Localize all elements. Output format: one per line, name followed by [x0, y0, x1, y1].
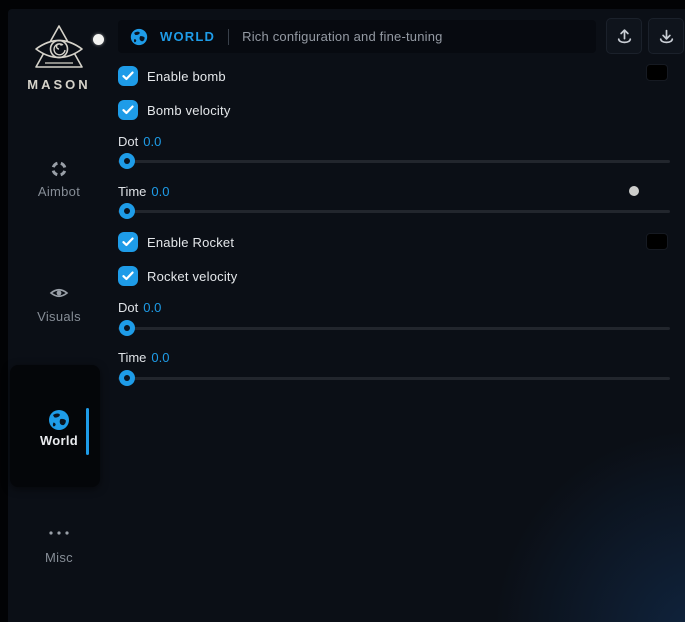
- mason-eye-logo-icon: [31, 23, 87, 73]
- download-config-button[interactable]: [648, 18, 684, 54]
- sidebar-item-label: Misc: [8, 550, 110, 565]
- sidebar-item-label: Visuals: [8, 309, 110, 324]
- checkbox-label: Enable Rocket: [147, 235, 234, 250]
- eye-icon: [8, 285, 110, 303]
- checkbox-label: Bomb velocity: [147, 103, 231, 118]
- bomb-dot-label: Dot0.0: [118, 134, 161, 149]
- rocket-time-label: Time0.0: [118, 350, 169, 365]
- slider-value: 0.0: [151, 350, 169, 365]
- bomb-dot-slider[interactable]: [118, 153, 670, 169]
- slider-track: [118, 327, 670, 330]
- check-icon: [122, 271, 134, 281]
- header-divider: [228, 29, 229, 45]
- slider-track: [118, 210, 670, 213]
- brand-logo: MASON: [8, 23, 110, 92]
- slider-thumb[interactable]: [119, 370, 135, 386]
- enable-bomb-row: Enable bomb: [118, 66, 226, 86]
- slider-value: 0.0: [143, 134, 161, 149]
- checkbox-label: Rocket velocity: [147, 269, 237, 284]
- upload-icon: [616, 28, 633, 45]
- enable-rocket-row: Enable Rocket: [118, 232, 234, 252]
- bomb-velocity-checkbox[interactable]: [118, 100, 138, 120]
- sidebar-item-world[interactable]: World: [8, 409, 110, 448]
- download-icon: [658, 28, 675, 45]
- bomb-time-label: Time0.0: [118, 184, 169, 199]
- sidebar-item-visuals[interactable]: Visuals: [8, 285, 110, 324]
- bomb-color-swatch[interactable]: [646, 64, 668, 81]
- rocket-time-slider[interactable]: [118, 370, 670, 386]
- slider-track: [118, 377, 670, 380]
- page-header: WORLD Rich configuration and fine-tuning: [118, 20, 596, 53]
- rocket-dot-label: Dot0.0: [118, 300, 161, 315]
- bomb-time-slider[interactable]: [118, 203, 670, 219]
- check-icon: [122, 237, 134, 247]
- checkbox-label: Enable bomb: [147, 69, 226, 84]
- brand-name: MASON: [8, 77, 110, 92]
- globe-icon: [8, 409, 110, 427]
- crosshair-icon: [8, 160, 110, 178]
- slider-track: [118, 160, 670, 163]
- enable-rocket-checkbox[interactable]: [118, 232, 138, 252]
- bomb-velocity-row: Bomb velocity: [118, 100, 231, 120]
- rocket-dot-slider[interactable]: [118, 320, 670, 336]
- sidebar-item-aimbot[interactable]: Aimbot: [8, 160, 110, 199]
- slider-thumb[interactable]: [119, 203, 135, 219]
- page-title: WORLD: [160, 29, 215, 44]
- ellipsis-icon: [8, 530, 110, 542]
- globe-icon: [130, 28, 148, 46]
- enable-bomb-checkbox[interactable]: [118, 66, 138, 86]
- page-subtitle: Rich configuration and fine-tuning: [242, 29, 442, 44]
- rocket-color-swatch[interactable]: [646, 233, 668, 250]
- cursor-dot: [93, 34, 104, 45]
- sidebar-item-misc[interactable]: Misc: [8, 530, 110, 565]
- upload-config-button[interactable]: [606, 18, 642, 54]
- sidebar: MASON Aimbot Visuals: [8, 9, 110, 622]
- app-window: MASON Aimbot Visuals: [8, 9, 685, 622]
- rocket-velocity-row: Rocket velocity: [118, 266, 237, 286]
- slider-value: 0.0: [151, 184, 169, 199]
- check-icon: [122, 105, 134, 115]
- slider-thumb[interactable]: [119, 153, 135, 169]
- world-panel: WORLD Rich configuration and fine-tuning: [118, 9, 670, 622]
- slider-thumb[interactable]: [119, 320, 135, 336]
- check-icon: [122, 71, 134, 81]
- sidebar-item-label: World: [8, 433, 110, 448]
- cursor-dot: [629, 186, 639, 196]
- slider-value: 0.0: [143, 300, 161, 315]
- rocket-velocity-checkbox[interactable]: [118, 266, 138, 286]
- sidebar-item-label: Aimbot: [8, 184, 110, 199]
